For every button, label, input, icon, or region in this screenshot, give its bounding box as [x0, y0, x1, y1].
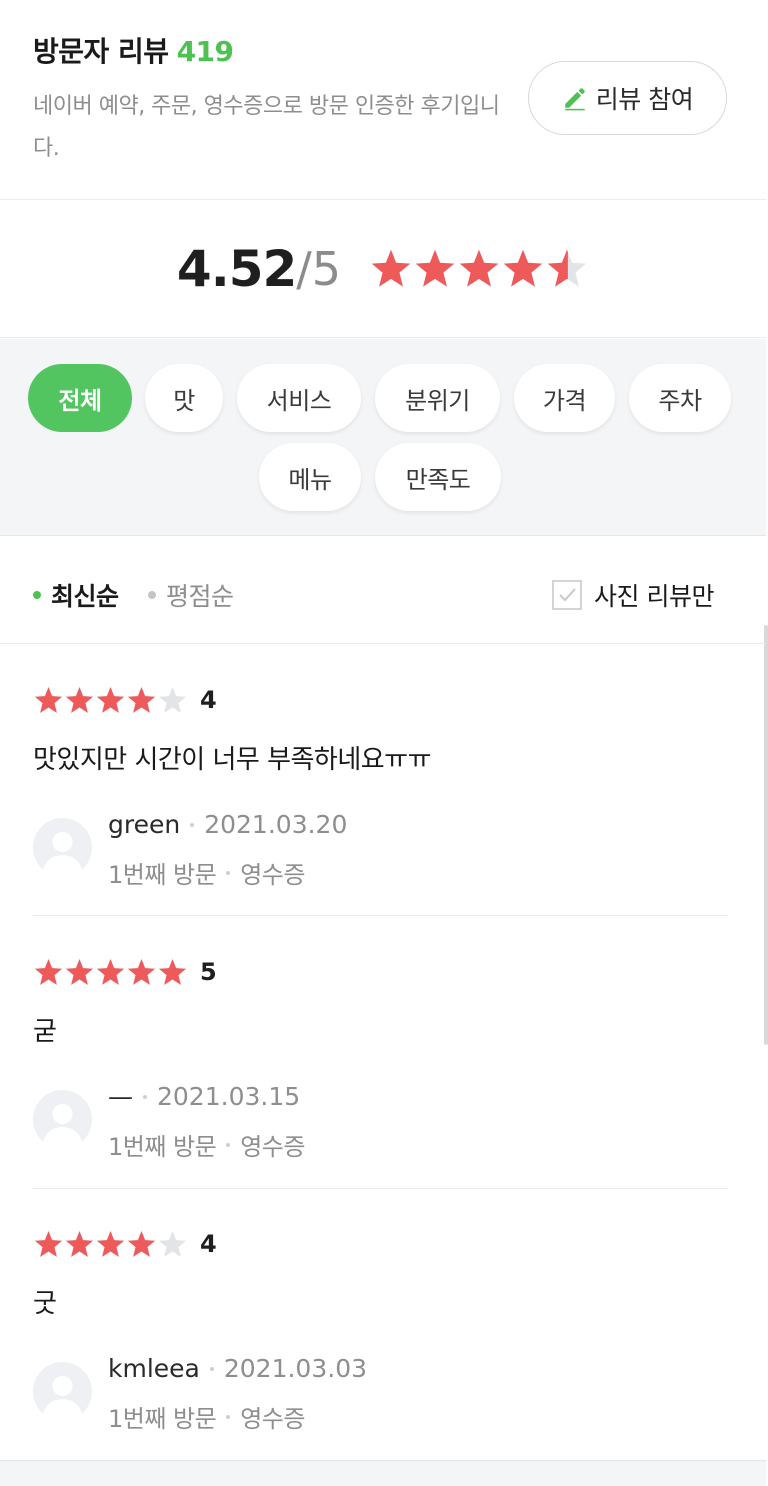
write-review-button[interactable]: 리뷰 참여: [528, 61, 727, 135]
inactive-dot-icon: [148, 591, 156, 599]
author-meta: green 2021.03.20: [108, 810, 347, 839]
sort-bar: 최신순 평점순 사진 리뷰만: [0, 537, 766, 644]
chip-satisfaction[interactable]: 만족도: [375, 443, 501, 511]
chip-atmosphere[interactable]: 분위기: [375, 364, 500, 432]
author-name[interactable]: green: [108, 810, 180, 839]
keyword-filter: 전체 맛 서비스 분위기 가격 주차 메뉴 만족도: [0, 339, 766, 536]
review-count: 419: [176, 35, 234, 68]
review-date: 2021.03.03: [223, 1354, 367, 1383]
review-item: 4 맛있지만 시간이 너무 부족하네요ㅠㅠ green 2021.03.20 1번…: [33, 685, 728, 890]
rating-value: 4.52: [176, 240, 297, 298]
review-text[interactable]: 맛있지만 시간이 너무 부족하네요ㅠㅠ: [33, 739, 728, 776]
review-item: 4 굿 kmleea 2021.03.03 1번째 방문 영수증: [33, 1229, 728, 1434]
star-icon: [65, 686, 94, 713]
chip-all[interactable]: 전체: [28, 364, 132, 432]
review-stars: [33, 685, 188, 716]
review-date: 2021.03.20: [204, 810, 348, 839]
rating-stars: [369, 247, 589, 291]
divider: [33, 915, 728, 916]
default-avatar-icon: [42, 1104, 83, 1149]
proof-type: 영수증: [240, 1405, 305, 1433]
proof-type: 영수증: [240, 861, 305, 889]
default-avatar-icon: [42, 1376, 83, 1421]
review-date: 2021.03.15: [157, 1082, 301, 1111]
write-review-label: 리뷰 참여: [595, 85, 694, 114]
review-author: — 2021.03.15 1번째 방문 영수증: [33, 1072, 728, 1162]
default-avatar-icon: [42, 832, 83, 877]
rating-summary: 4.52 /5: [0, 201, 766, 338]
active-dot-icon: [33, 591, 41, 599]
star-icon: [34, 1230, 63, 1257]
star-icon: [127, 1230, 156, 1257]
star-icon: [34, 686, 63, 713]
star-icon: [415, 249, 455, 287]
rating-max: /5: [296, 242, 342, 296]
star-icon: [127, 958, 156, 985]
review-header: 방문자 리뷰 419 네이버 예약, 주문, 영수증으로 방문 인증한 후기입니다…: [0, 0, 766, 200]
review-text[interactable]: 굿: [33, 1283, 728, 1320]
author-name[interactable]: —: [108, 1082, 133, 1111]
footer-band: [0, 1460, 766, 1486]
star-icon: [158, 1230, 187, 1257]
visit-count: 1번째 방문: [108, 861, 217, 889]
pencil-icon: [565, 88, 585, 111]
visit-meta: 1번째 방문 영수증: [108, 855, 305, 890]
scrollbar[interactable]: [764, 625, 768, 1045]
review-score: 4: [200, 686, 217, 714]
author-meta: kmleea 2021.03.03: [108, 1354, 367, 1383]
sort-latest[interactable]: 최신순: [33, 577, 119, 613]
star-icon: [158, 958, 187, 985]
star-icon: [65, 1230, 94, 1257]
review-rating: 4: [33, 685, 728, 715]
review-item: 5 굳 — 2021.03.15 1번째 방문 영수증: [33, 957, 728, 1162]
star-icon: [96, 686, 125, 713]
author-meta: — 2021.03.15: [108, 1082, 300, 1111]
avatar[interactable]: [33, 1362, 92, 1421]
avatar[interactable]: [33, 1090, 92, 1149]
photo-only-toggle[interactable]: 사진 리뷰만: [552, 577, 714, 613]
review-score: 4: [200, 1230, 217, 1258]
proof-type: 영수증: [240, 1133, 305, 1161]
header-subtitle: 네이버 예약, 주문, 영수증으로 방문 인증한 후기입니다.: [33, 94, 500, 161]
star-icon: [547, 249, 587, 287]
visit-meta: 1번째 방문 영수증: [108, 1127, 305, 1162]
review-stars: [33, 1229, 188, 1260]
photo-only-label: 사진 리뷰만: [594, 582, 714, 611]
chip-menu[interactable]: 메뉴: [259, 443, 361, 511]
checkbox-icon: [552, 580, 582, 610]
sort-rating-label: 평점순: [166, 582, 234, 611]
star-icon: [96, 958, 125, 985]
review-author: green 2021.03.20 1번째 방문 영수증: [33, 800, 728, 890]
star-icon: [459, 249, 499, 287]
author-name[interactable]: kmleea: [108, 1354, 200, 1383]
visit-meta: 1번째 방문 영수증: [108, 1399, 305, 1434]
review-text[interactable]: 굳: [33, 1011, 728, 1048]
review-stars: [33, 957, 188, 988]
review-rating: 5: [33, 957, 728, 987]
star-icon: [158, 686, 187, 713]
visit-count: 1번째 방문: [108, 1133, 217, 1161]
chip-service[interactable]: 서비스: [237, 364, 361, 432]
chip-price[interactable]: 가격: [514, 364, 615, 432]
star-icon: [127, 686, 156, 713]
star-icon: [34, 958, 63, 985]
star-icon: [371, 249, 411, 287]
review-author: kmleea 2021.03.03 1번째 방문 영수증: [33, 1344, 728, 1434]
title-label: 방문자 리뷰: [33, 35, 169, 68]
page-title: 방문자 리뷰 419: [33, 30, 234, 70]
star-icon: [503, 249, 543, 287]
review-score: 5: [200, 958, 217, 986]
star-icon: [96, 1230, 125, 1257]
visit-count: 1번째 방문: [108, 1405, 217, 1433]
review-rating: 4: [33, 1229, 728, 1259]
sort-rating[interactable]: 평점순: [148, 577, 234, 613]
chip-taste[interactable]: 맛: [145, 364, 223, 432]
star-icon: [65, 958, 94, 985]
divider: [33, 1188, 728, 1189]
avatar[interactable]: [33, 818, 92, 877]
sort-latest-label: 최신순: [51, 582, 119, 611]
chip-parking[interactable]: 주차: [629, 364, 731, 432]
